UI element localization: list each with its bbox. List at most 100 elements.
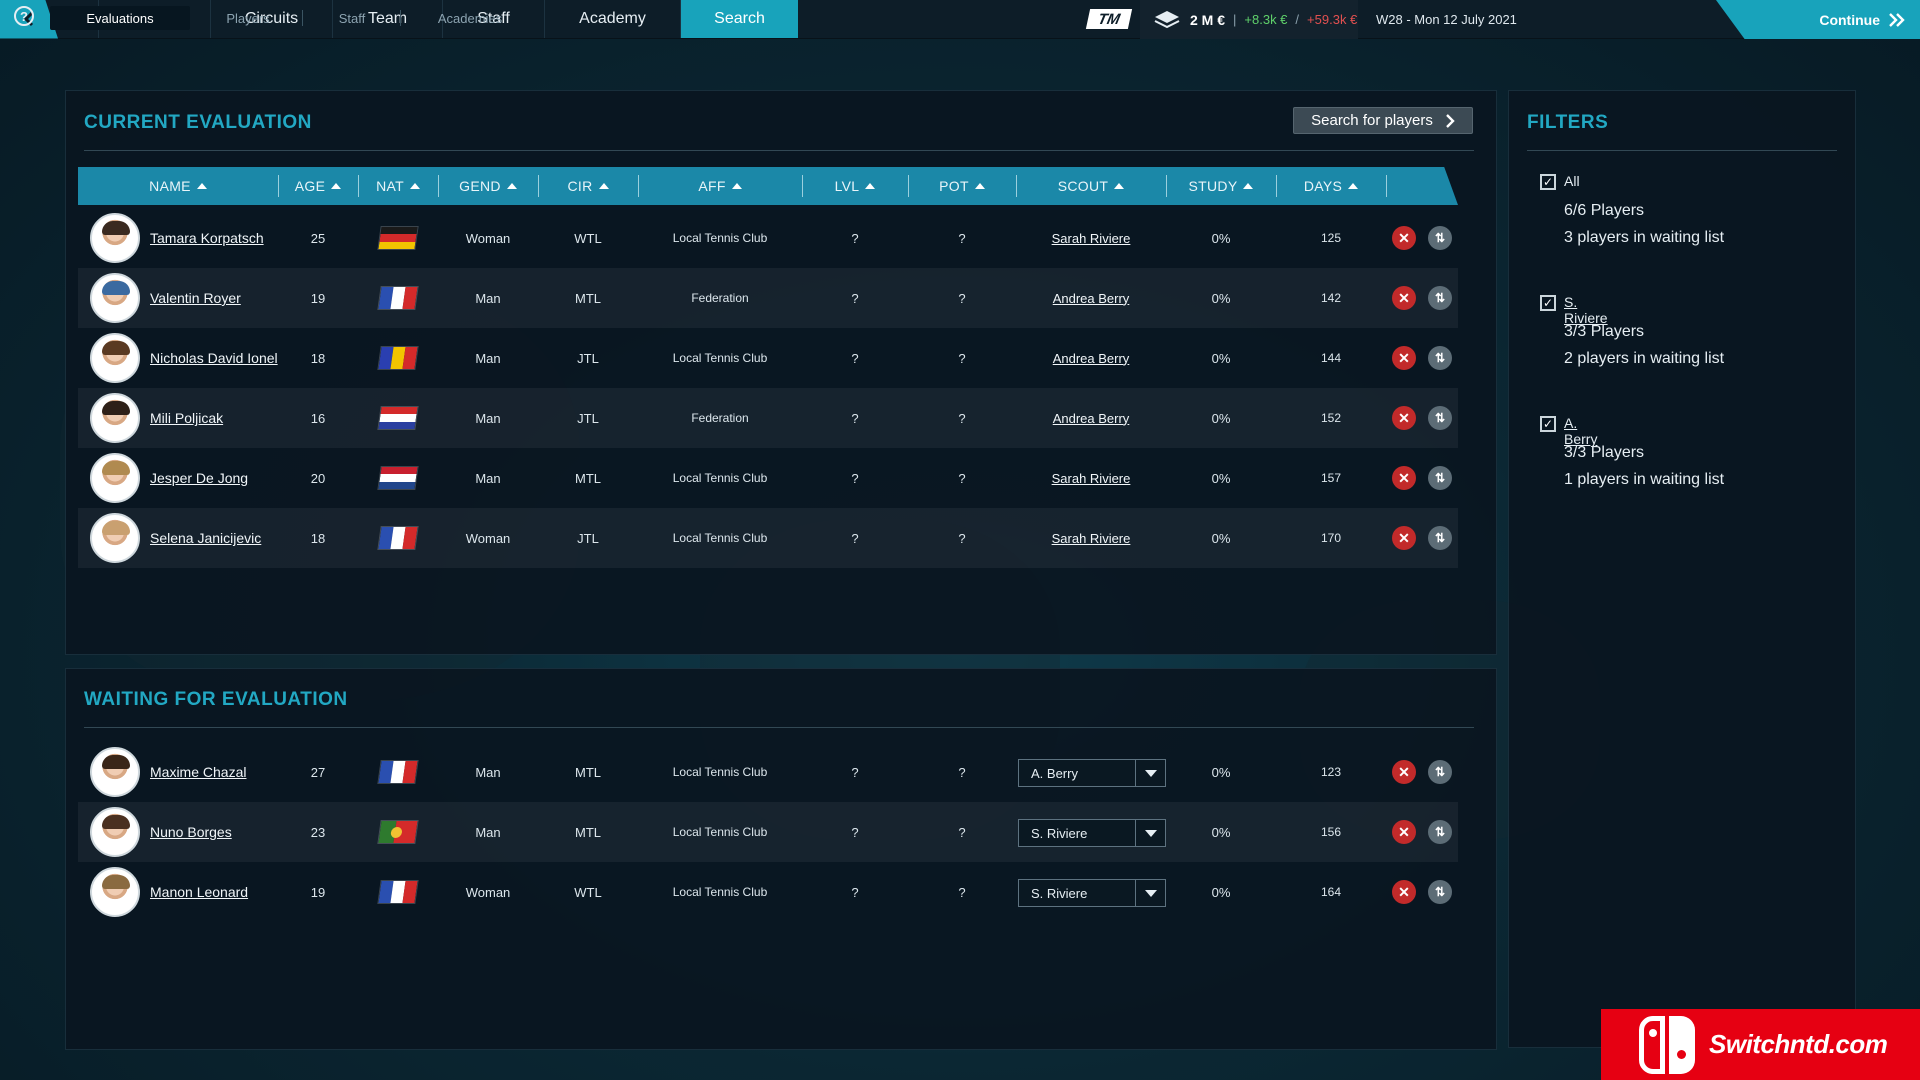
player-name-link[interactable]: Manon Leonard bbox=[150, 884, 248, 900]
filter-s-riviere-label[interactable]: S. Riviere bbox=[1564, 294, 1608, 326]
player-name-link[interactable]: Mili Poljicak bbox=[150, 410, 223, 426]
scout-dropdown[interactable]: S. Riviere bbox=[1018, 819, 1166, 847]
column-header-days[interactable]: DAYS bbox=[1276, 167, 1386, 205]
circuit-cell: WTL bbox=[574, 884, 602, 900]
subtab-players[interactable]: Players bbox=[204, 6, 292, 30]
circuit-cell: MTL bbox=[575, 290, 601, 306]
column-header-cir[interactable]: CIR bbox=[538, 167, 638, 205]
avatar bbox=[90, 453, 140, 503]
column-header-pot[interactable]: POT bbox=[908, 167, 1016, 205]
swap-button[interactable]: ⇅ bbox=[1428, 880, 1452, 904]
study-cell: 0% bbox=[1211, 824, 1231, 840]
player-name-link[interactable]: Tamara Korpatsch bbox=[150, 230, 264, 246]
player-name-link[interactable]: Nuno Borges bbox=[150, 824, 232, 840]
player-name-link[interactable]: Selena Janicijevic bbox=[150, 530, 261, 546]
column-header-lvl[interactable]: LVL bbox=[802, 167, 908, 205]
table-row[interactable]: Nuno Borges 23 Man MTL Local Tennis Club… bbox=[78, 802, 1458, 862]
scout-name-link[interactable]: Sarah Riviere bbox=[1052, 471, 1131, 486]
level-cell: ? bbox=[851, 764, 859, 780]
flag-france-icon bbox=[377, 286, 419, 310]
remove-button[interactable]: ✕ bbox=[1392, 820, 1416, 844]
remove-button[interactable]: ✕ bbox=[1392, 466, 1416, 490]
potential-cell: ? bbox=[958, 410, 966, 426]
table-row[interactable]: Nicholas David Ionel 18 Man JTL Local Te… bbox=[78, 328, 1458, 388]
swap-button[interactable]: ⇅ bbox=[1428, 466, 1452, 490]
remove-button[interactable]: ✕ bbox=[1392, 880, 1416, 904]
table-row[interactable]: Maxime Chazal 27 Man MTL Local Tennis Cl… bbox=[78, 742, 1458, 802]
player-name-link[interactable]: Maxime Chazal bbox=[150, 764, 246, 780]
subtab-staff[interactable]: Staff bbox=[316, 6, 388, 30]
swap-button[interactable]: ⇅ bbox=[1428, 286, 1452, 310]
continue-button[interactable]: Continue bbox=[1716, 0, 1920, 39]
filter-all-checkbox[interactable]: ✓ bbox=[1540, 174, 1556, 190]
player-name-link[interactable]: Valentin Royer bbox=[150, 290, 241, 306]
filter-a-berry-checkbox[interactable]: ✓ bbox=[1540, 416, 1556, 432]
tab-academy[interactable]: Academy bbox=[544, 0, 680, 38]
column-header-name[interactable]: NAME bbox=[78, 167, 278, 205]
search-for-players-button[interactable]: Search for players bbox=[1293, 107, 1473, 134]
level-cell: ? bbox=[851, 824, 859, 840]
scout-name-link[interactable]: Andrea Berry bbox=[1053, 291, 1130, 306]
table-row[interactable]: Tamara Korpatsch 25 Woman WTL Local Tenn… bbox=[78, 208, 1458, 268]
subtab-divider bbox=[302, 10, 303, 26]
swap-button[interactable]: ⇅ bbox=[1428, 226, 1452, 250]
table-row[interactable]: Jesper De Jong 20 Man MTL Local Tennis C… bbox=[78, 448, 1458, 508]
table-row[interactable]: Manon Leonard 19 Woman WTL Local Tennis … bbox=[78, 862, 1458, 922]
nationality-cell bbox=[358, 508, 438, 568]
help-icon[interactable]: ? bbox=[14, 6, 34, 26]
remove-button[interactable]: ✕ bbox=[1392, 346, 1416, 370]
swap-button[interactable]: ⇅ bbox=[1428, 820, 1452, 844]
scout-name-link[interactable]: Sarah Riviere bbox=[1052, 231, 1131, 246]
filter-a-berry-label[interactable]: A. Berry bbox=[1564, 415, 1597, 447]
study-cell: 0% bbox=[1211, 230, 1231, 246]
tm-logo: TM bbox=[1085, 9, 1133, 29]
player-name-link[interactable]: Nicholas David Ionel bbox=[150, 350, 278, 366]
level-cell: ? bbox=[851, 470, 859, 486]
player-name-link[interactable]: Jesper De Jong bbox=[150, 470, 248, 486]
scout-dropdown[interactable]: A. Berry bbox=[1018, 759, 1166, 787]
tab-search[interactable]: Search bbox=[680, 0, 798, 38]
table-row[interactable]: Valentin Royer 19 Man MTL Federation ? ?… bbox=[78, 268, 1458, 328]
column-label: GEND bbox=[459, 178, 501, 194]
swap-button[interactable]: ⇅ bbox=[1428, 760, 1452, 784]
column-header-nat[interactable]: NAT bbox=[358, 167, 438, 205]
filter-all-label[interactable]: All bbox=[1564, 173, 1580, 189]
remove-button[interactable]: ✕ bbox=[1392, 226, 1416, 250]
filter-s-riviere-checkbox[interactable]: ✓ bbox=[1540, 295, 1556, 311]
circuit-cell: JTL bbox=[577, 350, 599, 366]
table-row[interactable]: Mili Poljicak 16 Man JTL Federation ? ? … bbox=[78, 388, 1458, 448]
swap-button[interactable]: ⇅ bbox=[1428, 406, 1452, 430]
subtab-academies[interactable]: Academies bbox=[420, 6, 520, 30]
column-header-age[interactable]: AGE bbox=[278, 167, 358, 205]
column-header-aff[interactable]: AFF bbox=[638, 167, 802, 205]
scout-name-link[interactable]: Andrea Berry bbox=[1053, 351, 1130, 366]
column-header-study[interactable]: STUDY bbox=[1166, 167, 1276, 205]
remove-button[interactable]: ✕ bbox=[1392, 406, 1416, 430]
swap-button[interactable]: ⇅ bbox=[1428, 346, 1452, 370]
remove-button[interactable]: ✕ bbox=[1392, 286, 1416, 310]
nationality-cell bbox=[358, 862, 438, 922]
avatar bbox=[90, 393, 140, 443]
column-divider bbox=[1386, 175, 1387, 197]
age-cell: 16 bbox=[310, 410, 326, 426]
chevron-right-icon bbox=[1446, 113, 1455, 128]
sort-ascending-icon bbox=[506, 183, 517, 189]
remove-button[interactable]: ✕ bbox=[1392, 526, 1416, 550]
column-header-scout[interactable]: SCOUT bbox=[1016, 167, 1166, 205]
gender-cell: Man bbox=[475, 470, 501, 486]
remove-button[interactable]: ✕ bbox=[1392, 760, 1416, 784]
potential-cell: ? bbox=[958, 530, 966, 546]
subtab-evaluations[interactable]: Evaluations bbox=[50, 6, 190, 30]
scout-dropdown[interactable]: S. Riviere bbox=[1018, 879, 1166, 907]
column-label: NAT bbox=[376, 178, 404, 194]
table-row[interactable]: Selena Janicijevic 18 Woman JTL Local Te… bbox=[78, 508, 1458, 568]
affiliation-cell: Local Tennis Club bbox=[672, 765, 768, 779]
swap-button[interactable]: ⇅ bbox=[1428, 526, 1452, 550]
sort-ascending-icon bbox=[1114, 183, 1125, 189]
flag-croatia-icon bbox=[377, 406, 419, 430]
scout-name-link[interactable]: Sarah Riviere bbox=[1052, 531, 1131, 546]
finance-summary[interactable]: 2 M € | +8.3k € / +59.3k € bbox=[1140, 0, 1358, 39]
scout-name-link[interactable]: Andrea Berry bbox=[1053, 411, 1130, 426]
affiliation-cell: Local Tennis Club bbox=[672, 471, 768, 485]
column-header-gend[interactable]: GEND bbox=[438, 167, 538, 205]
